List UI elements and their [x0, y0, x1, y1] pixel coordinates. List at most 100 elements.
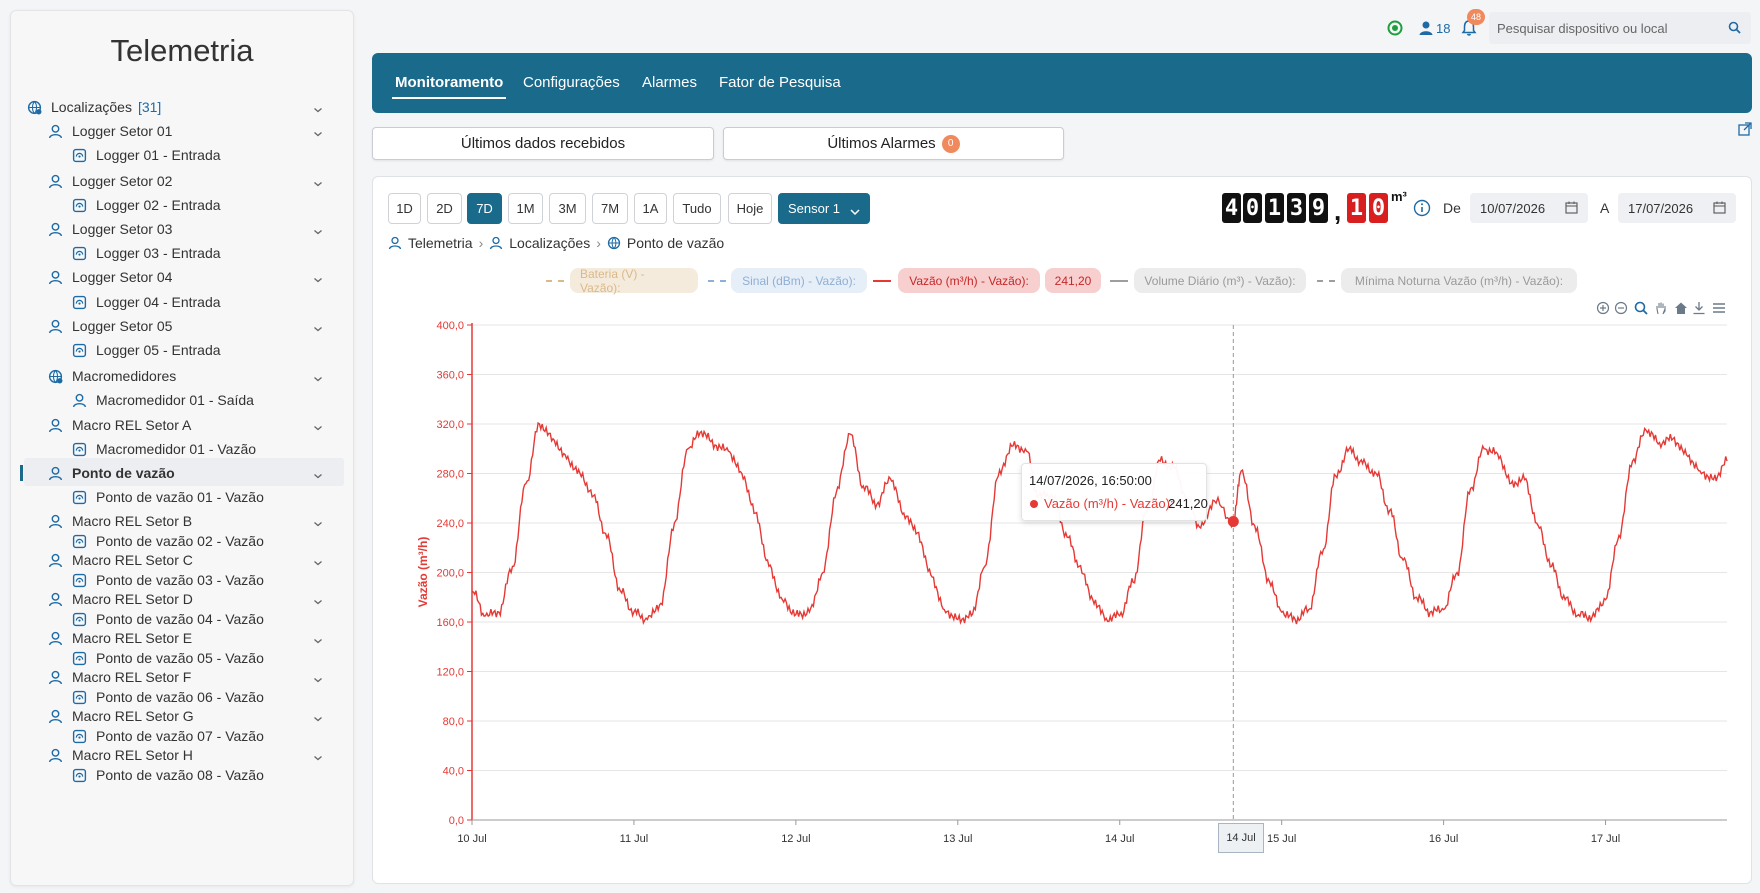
tree-item-9[interactable]: Logger Setor 05	[46, 314, 172, 338]
zoom-selection-icon[interactable]	[1634, 301, 1648, 315]
tab-fator-de-pesquisa[interactable]: Fator de Pesquisa	[719, 74, 841, 91]
tree-item-7[interactable]: Logger Setor 04	[46, 265, 172, 289]
tree-item-root[interactable]: Localizações [31]	[25, 95, 161, 119]
breadcrumb-item[interactable]: Telemetria	[408, 235, 473, 251]
range-button-3m[interactable]: 3M	[549, 193, 586, 224]
range-button-tudo[interactable]: Tudo	[673, 193, 721, 224]
info-icon[interactable]	[1413, 199, 1431, 217]
tree-item-3[interactable]: Logger Setor 02	[46, 169, 172, 193]
tab-configuracoes[interactable]: Configurações	[523, 74, 620, 91]
legend-item[interactable]: Volume Diário (m³) - Vazão):	[1134, 268, 1306, 293]
user-icon	[46, 551, 64, 569]
tree-item-label: Ponto de vazão 03 - Vazão	[96, 572, 264, 588]
chevron-down-icon[interactable]	[313, 593, 323, 611]
chevron-down-icon[interactable]	[313, 175, 323, 193]
legend-item[interactable]: Bateria (V) - Vazão):	[570, 267, 698, 295]
active-item-indicator	[20, 465, 23, 481]
date-from-field[interactable]: 10/07/2026	[1470, 193, 1588, 223]
tree-item-8[interactable]: Logger 04 - Entrada	[70, 290, 221, 314]
range-button-2d[interactable]: 2D	[427, 193, 462, 224]
tree-item-13[interactable]: Macro REL Setor A	[46, 413, 191, 437]
chevron-down-icon[interactable]	[313, 467, 323, 485]
range-button-1d[interactable]: 1D	[388, 193, 421, 224]
date-to-label: A	[1600, 200, 1610, 216]
user-icon	[46, 172, 64, 190]
user-icon	[46, 668, 64, 686]
chevron-down-icon[interactable]	[313, 671, 323, 689]
meter-unit: m³	[1391, 189, 1407, 204]
tree-item-label: Ponto de vazão 02 - Vazão	[96, 533, 264, 549]
last-data-button[interactable]: Últimos dados recebidos	[372, 127, 714, 160]
location-icon	[46, 367, 64, 385]
users-icon[interactable]	[1418, 20, 1434, 36]
tree-item-2[interactable]: Logger 01 - Entrada	[70, 143, 221, 167]
chevron-down-icon[interactable]	[313, 271, 323, 289]
tab-monitoramento[interactable]: Monitoramento	[391, 74, 507, 99]
range-button-1a[interactable]: 1A	[634, 193, 667, 224]
tree-item-label: Macromedidor 01 - Vazão	[96, 441, 257, 457]
legend-line	[1317, 280, 1335, 282]
home-reset-icon[interactable]	[1674, 301, 1688, 315]
crosshair-x-label: 14 Jul	[1218, 823, 1264, 853]
range-button-1m[interactable]: 1M	[508, 193, 543, 224]
tree-item-30[interactable]: Ponto de vazão 08 - Vazão	[70, 763, 264, 787]
users-count: 18	[1436, 21, 1451, 36]
chevron-down-icon[interactable]	[313, 125, 323, 143]
tree-item-label: Ponto de vazão 06 - Vazão	[96, 689, 264, 705]
tree-item-15[interactable]: Ponto de vazão	[46, 461, 175, 485]
chevron-down-icon[interactable]	[313, 101, 323, 119]
device-icon	[70, 766, 88, 784]
breadcrumb-item[interactable]: Localizações	[509, 235, 590, 251]
chevron-down-icon[interactable]	[313, 710, 323, 728]
chevron-down-icon[interactable]	[313, 554, 323, 572]
status-icon[interactable]	[1387, 20, 1403, 36]
user-icon	[46, 512, 64, 530]
chevron-down-icon[interactable]	[313, 320, 323, 338]
search-icon[interactable]	[1728, 21, 1741, 39]
device-icon	[70, 146, 88, 164]
tree-item-5[interactable]: Logger Setor 03	[46, 217, 172, 241]
device-icon	[70, 293, 88, 311]
user-icon	[46, 416, 64, 434]
range-button-7m[interactable]: 7M	[592, 193, 628, 224]
legend-item[interactable]: Mínima Noturna Vazão (m³/h) - Vazão):	[1341, 268, 1577, 293]
zoom-out-icon[interactable]	[1614, 301, 1628, 315]
external-link-icon[interactable]	[1738, 122, 1752, 136]
tree-item-4[interactable]: Logger 02 - Entrada	[70, 193, 221, 217]
date-to-field[interactable]: 17/07/2026	[1618, 193, 1736, 223]
range-button-hoje[interactable]: Hoje	[728, 193, 772, 224]
search-box	[1489, 12, 1751, 44]
tree-item-11[interactable]: Macromedidores	[46, 364, 176, 388]
legend-item[interactable]: Sinal (dBm) - Vazão):	[731, 268, 867, 293]
tooltip-title: 14/07/2026, 16:50:00	[1029, 473, 1152, 488]
menu-icon[interactable]	[1712, 301, 1726, 315]
tree-item-16[interactable]: Ponto de vazão 01 - Vazão	[70, 485, 264, 509]
search-input[interactable]	[1497, 12, 1717, 44]
sensor-select[interactable]: Sensor 1	[778, 193, 870, 224]
calendar-icon[interactable]	[1713, 201, 1726, 217]
download-icon[interactable]	[1692, 301, 1706, 315]
chevron-down-icon[interactable]	[313, 419, 323, 437]
chevron-down-icon[interactable]	[313, 515, 323, 533]
legend-item[interactable]: Vazão (m³/h) - Vazão):	[898, 268, 1040, 293]
calendar-icon[interactable]	[1565, 201, 1578, 217]
range-button-7d[interactable]: 7D	[467, 193, 502, 224]
tree-item-label: Ponto de vazão 01 - Vazão	[96, 489, 264, 505]
user-icon	[46, 746, 64, 764]
pan-hand-icon[interactable]	[1654, 301, 1668, 315]
chevron-down-icon[interactable]	[313, 223, 323, 241]
tree-item-6[interactable]: Logger 03 - Entrada	[70, 241, 221, 265]
tree-item-1[interactable]: Logger Setor 01	[46, 119, 172, 143]
location-icon	[607, 236, 621, 250]
chevron-down-icon[interactable]	[313, 370, 323, 388]
tab-alarmes[interactable]: Alarmes	[642, 74, 697, 91]
tree-item-label: Ponto de vazão	[72, 465, 175, 481]
tree-item-12[interactable]: Macromedidor 01 - Saída	[70, 388, 254, 412]
chevron-down-icon[interactable]	[313, 749, 323, 767]
tree-item-10[interactable]: Logger 05 - Entrada	[70, 338, 221, 362]
chevron-down-icon[interactable]	[313, 632, 323, 650]
zoom-in-icon[interactable]	[1596, 301, 1610, 315]
last-alarms-button[interactable]: Últimos Alarmes 0	[723, 127, 1064, 160]
last-data-label: Últimos dados recebidos	[460, 135, 626, 152]
tree-item-label: Logger Setor 02	[72, 173, 173, 189]
